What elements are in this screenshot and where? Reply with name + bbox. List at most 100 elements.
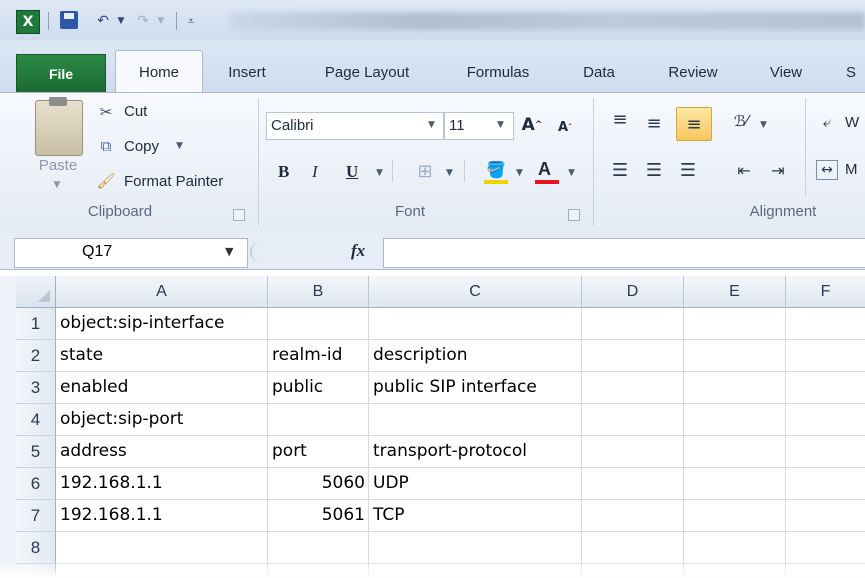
cell-a5[interactable]: address — [56, 436, 268, 468]
cell-d2[interactable] — [582, 340, 684, 372]
cell-b4[interactable] — [268, 404, 369, 436]
column-header-e[interactable]: E — [684, 276, 786, 308]
cell-c5[interactable]: transport-protocol — [369, 436, 582, 468]
cell-c2[interactable]: description — [369, 340, 582, 372]
cell-d1[interactable] — [582, 308, 684, 340]
cell-f4[interactable] — [786, 404, 865, 436]
row-header[interactable]: 3 — [16, 372, 56, 404]
increase-indent-icon[interactable]: ⇥ — [766, 158, 790, 182]
cell-b3[interactable]: public — [268, 372, 369, 404]
cell-d6[interactable] — [582, 468, 684, 500]
tab-more[interactable]: S — [846, 55, 865, 89]
undo-icon[interactable]: ↶ — [92, 10, 114, 32]
cell-c4[interactable] — [369, 404, 582, 436]
column-header-c[interactable]: C — [369, 276, 582, 308]
tab-review[interactable]: Review — [656, 55, 730, 89]
row-header[interactable]: 2 — [16, 340, 56, 372]
align-middle-icon[interactable]: ≡ — [642, 112, 666, 134]
tab-formulas[interactable]: Formulas — [452, 55, 544, 89]
cell-d4[interactable] — [582, 404, 684, 436]
underline-button[interactable]: U — [346, 162, 358, 182]
orientation-icon[interactable]: ℬ⁄ — [728, 110, 754, 132]
font-name-dropdown-icon[interactable]: ▼ — [428, 120, 435, 130]
align-top-icon[interactable]: ≡ — [608, 108, 632, 130]
cell-c7[interactable]: TCP — [369, 500, 582, 532]
underline-dropdown-icon[interactable]: ▼ — [376, 168, 383, 178]
merge-center-button[interactable]: M — [845, 161, 858, 178]
column-header-a[interactable]: A — [56, 276, 268, 308]
save-icon[interactable] — [60, 11, 78, 29]
cell-b5[interactable]: port — [268, 436, 369, 468]
name-box-dropdown-icon[interactable]: ▼ — [225, 238, 233, 266]
format-painter-button[interactable]: Format Painter — [124, 173, 223, 190]
font-launcher-icon[interactable] — [568, 209, 580, 221]
cell-f3[interactable] — [786, 372, 865, 404]
column-header-b[interactable]: B — [268, 276, 369, 308]
font-size-dropdown-icon[interactable]: ▼ — [497, 120, 504, 130]
cell-b1[interactable] — [268, 308, 369, 340]
fill-color-dropdown-icon[interactable]: ▼ — [516, 168, 523, 178]
cell-a6[interactable]: 192.168.1.1 — [56, 468, 268, 500]
font-color-dropdown-icon[interactable]: ▼ — [568, 168, 575, 178]
redo-icon[interactable]: ↷ — [132, 10, 154, 32]
cell-e7[interactable] — [684, 500, 786, 532]
tab-page-layout[interactable]: Page Layout — [307, 55, 427, 89]
cell-e6[interactable] — [684, 468, 786, 500]
grow-font-icon[interactable]: A ^ — [520, 112, 544, 138]
column-header-f[interactable]: F — [786, 276, 865, 308]
cell-f2[interactable] — [786, 340, 865, 372]
column-header-d[interactable]: D — [582, 276, 684, 308]
cell-e4[interactable] — [684, 404, 786, 436]
clipboard-launcher-icon[interactable] — [233, 209, 245, 221]
wrap-text-icon[interactable]: ⤶ — [816, 112, 838, 132]
cell-c6[interactable]: UDP — [369, 468, 582, 500]
borders-dropdown-icon[interactable]: ▼ — [446, 168, 453, 178]
cell-f5[interactable] — [786, 436, 865, 468]
cell-f1[interactable] — [786, 308, 865, 340]
select-all-button[interactable] — [16, 276, 56, 308]
cell-b2[interactable]: realm-id — [268, 340, 369, 372]
format-painter-icon[interactable]: 🖌 — [95, 171, 117, 191]
cell-e5[interactable] — [684, 436, 786, 468]
cell-d5[interactable] — [582, 436, 684, 468]
name-box[interactable] — [14, 238, 248, 268]
tab-home[interactable]: Home — [115, 50, 203, 93]
cell-b6[interactable]: 5060 — [268, 468, 369, 500]
italic-button[interactable]: I — [312, 162, 318, 182]
merge-center-icon[interactable]: ↔ — [816, 160, 838, 180]
copy-dropdown-icon[interactable]: ▼ — [176, 141, 183, 151]
borders-icon[interactable]: ⊞ — [414, 160, 436, 182]
customize-qat-icon[interactable]: ⩡ — [182, 10, 200, 32]
row-header[interactable]: 4 — [16, 404, 56, 436]
paste-button-label[interactable]: Paste — [35, 157, 81, 174]
cell-b7[interactable]: 5061 — [268, 500, 369, 532]
cut-button[interactable]: Cut — [124, 103, 147, 120]
cell-c3[interactable]: public SIP interface — [369, 372, 582, 404]
tab-file[interactable]: File — [16, 54, 106, 92]
cell-e3[interactable] — [684, 372, 786, 404]
cell-a7[interactable]: 192.168.1.1 — [56, 500, 268, 532]
formula-input[interactable] — [383, 238, 865, 268]
shrink-font-icon[interactable]: Aˇ — [554, 115, 576, 139]
copy-button[interactable]: Copy — [124, 138, 159, 155]
paste-dropdown-icon[interactable]: ▼ — [52, 180, 62, 190]
align-center-icon[interactable]: ☰ — [642, 158, 666, 182]
font-color-button[interactable]: A — [538, 159, 551, 180]
cell-e1[interactable] — [684, 308, 786, 340]
fill-color-icon[interactable]: 🪣 — [484, 158, 508, 180]
orientation-dropdown-icon[interactable]: ▼ — [760, 120, 767, 130]
insert-function-button[interactable]: fx — [351, 241, 365, 261]
excel-logo-icon[interactable]: X — [16, 10, 40, 34]
undo-dropdown-icon[interactable]: ▼ — [114, 10, 128, 32]
align-bottom-icon[interactable]: ≡ — [676, 107, 712, 141]
align-right-icon[interactable]: ☰ — [676, 158, 700, 182]
cell-d3[interactable] — [582, 372, 684, 404]
cell-f7[interactable] — [786, 500, 865, 532]
copy-icon[interactable]: ⧉ — [95, 136, 117, 156]
redo-dropdown-icon[interactable]: ▼ — [154, 10, 168, 32]
wrap-text-button[interactable]: W — [845, 114, 859, 131]
row-header[interactable]: 7 — [16, 500, 56, 532]
row-header[interactable]: 6 — [16, 468, 56, 500]
cell-c1[interactable] — [369, 308, 582, 340]
cell-a2[interactable]: state — [56, 340, 268, 372]
